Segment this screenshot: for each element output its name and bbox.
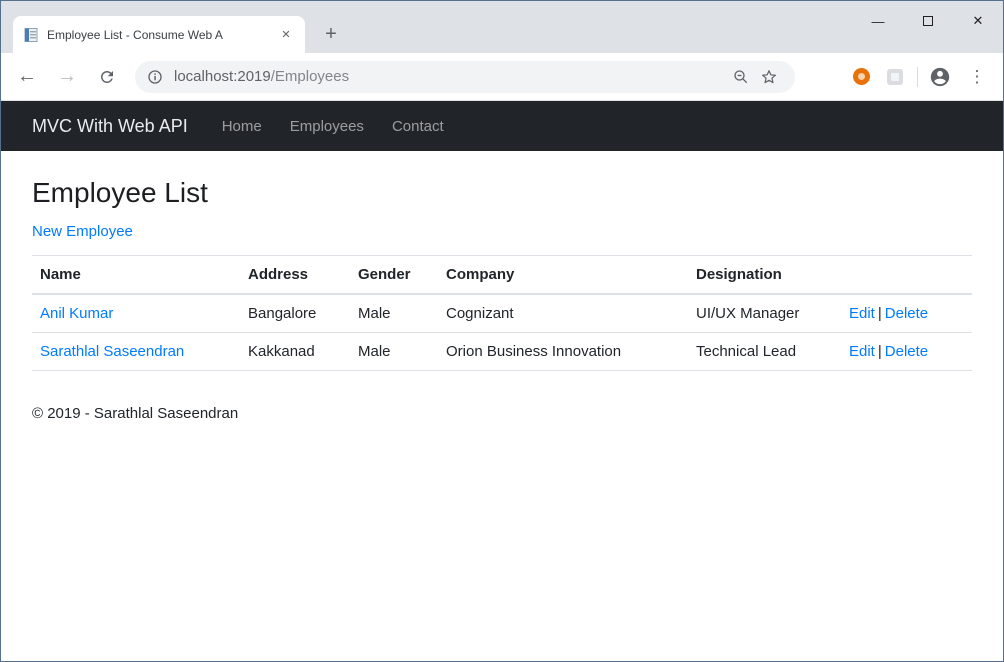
cell-company: Cognizant — [438, 294, 688, 333]
bookmark-button[interactable] — [755, 63, 783, 91]
zoom-icon — [732, 68, 750, 86]
nav-link-home[interactable]: Home — [208, 118, 276, 135]
nav-link-contact[interactable]: Contact — [378, 118, 458, 135]
header-gender: Gender — [350, 256, 438, 295]
browser-window: Employee List - Consume Web A ✕ + — ✕ ← … — [0, 0, 1004, 662]
cell-company: Orion Business Innovation — [438, 333, 688, 371]
page-info-icon[interactable] — [147, 69, 163, 85]
employee-name-link[interactable]: Anil Kumar — [40, 305, 113, 322]
cell-actions: Edit|Delete — [841, 294, 972, 333]
navbar-links: Home Employees Contact — [208, 118, 458, 135]
extension-button-2[interactable] — [878, 60, 912, 94]
cell-designation: Technical Lead — [688, 333, 841, 371]
profile-button[interactable] — [923, 60, 957, 94]
employee-table: Name Address Gender Company Designation … — [32, 255, 972, 371]
close-button[interactable]: ✕ — [953, 1, 1003, 41]
page-viewport: MVC With Web API Home Employees Contact … — [1, 101, 1003, 661]
titlebar: Employee List - Consume Web A ✕ + — ✕ — [1, 1, 1003, 53]
extension-button-1[interactable] — [844, 60, 878, 94]
edit-link[interactable]: Edit — [849, 305, 875, 322]
delete-link[interactable]: Delete — [885, 343, 928, 360]
header-designation: Designation — [688, 256, 841, 295]
header-company: Company — [438, 256, 688, 295]
employee-name-link[interactable]: Sarathlal Saseendran — [40, 343, 184, 360]
cell-gender: Male — [350, 333, 438, 371]
new-employee-link[interactable]: New Employee — [32, 223, 133, 240]
window-controls: — ✕ — [853, 1, 1003, 41]
actions-separator: | — [878, 305, 882, 322]
cell-address: Bangalore — [240, 294, 350, 333]
browser-tab[interactable]: Employee List - Consume Web A ✕ — [13, 16, 305, 53]
zoom-button[interactable] — [727, 63, 755, 91]
gray-extension-icon — [887, 69, 903, 85]
cell-address: Kakkanad — [240, 333, 350, 371]
actions-separator: | — [878, 343, 882, 360]
nav-link-employees[interactable]: Employees — [276, 118, 378, 135]
table-row: Anil Kumar Bangalore Male Cognizant UI/U… — [32, 294, 972, 333]
address-bar[interactable]: localhost:2019/Employees — [135, 61, 795, 93]
main-content: Employee List New Employee Name Address … — [32, 151, 972, 661]
back-button[interactable]: ← — [10, 60, 44, 94]
maximize-button[interactable] — [903, 1, 953, 41]
url-path: /Employees — [271, 68, 349, 85]
table-row: Sarathlal Saseendran Kakkanad Male Orion… — [32, 333, 972, 371]
refresh-icon — [98, 68, 116, 86]
tab-title: Employee List - Consume Web A — [47, 28, 277, 42]
header-actions — [841, 256, 972, 295]
toolbar-separator — [917, 67, 918, 87]
site-navbar: MVC With Web API Home Employees Contact — [1, 101, 1003, 151]
omnibox-right-icons — [727, 63, 783, 91]
url-host: localhost:2019 — [174, 68, 271, 85]
forward-button[interactable]: → — [50, 60, 84, 94]
page-title: Employee List — [32, 177, 972, 209]
minimize-button[interactable]: — — [853, 1, 903, 41]
browser-toolbar: ← → localhost:2019/Employees — [1, 53, 1003, 101]
header-address: Address — [240, 256, 350, 295]
cell-designation: UI/UX Manager — [688, 294, 841, 333]
orange-extension-icon — [853, 68, 870, 85]
url-text[interactable]: localhost:2019/Employees — [174, 68, 349, 85]
navbar-brand[interactable]: MVC With Web API — [32, 116, 188, 137]
refresh-button[interactable] — [90, 60, 124, 94]
avatar-icon — [929, 66, 951, 88]
tab-close-icon[interactable]: ✕ — [277, 26, 295, 44]
footer-copyright: © 2019 - Sarathlal Saseendran — [32, 405, 972, 422]
delete-link[interactable]: Delete — [885, 305, 928, 322]
star-icon — [760, 68, 778, 86]
maximize-icon — [923, 16, 933, 26]
header-name: Name — [32, 256, 240, 295]
cell-actions: Edit|Delete — [841, 333, 972, 371]
table-header-row: Name Address Gender Company Designation — [32, 256, 972, 295]
new-tab-button[interactable]: + — [317, 20, 345, 48]
edit-link[interactable]: Edit — [849, 343, 875, 360]
toolbar-right-icons: ⋮ — [844, 60, 997, 94]
tab-favicon-icon — [23, 27, 39, 43]
cell-gender: Male — [350, 294, 438, 333]
browser-menu-button[interactable]: ⋮ — [960, 60, 994, 94]
